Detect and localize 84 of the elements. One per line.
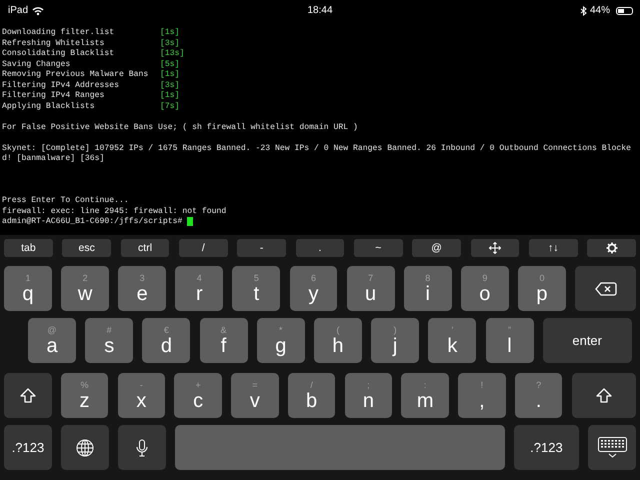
move-key[interactable] <box>470 239 520 257</box>
letter-key[interactable]: ’ k <box>428 318 476 363</box>
letter-key[interactable]: 0 p <box>518 266 566 311</box>
step-label: Filtering IPv4 Addresses <box>2 80 120 91</box>
terminal-line: firewall: exec: line 2945: firewall: not found <box>2 206 228 217</box>
shift-key[interactable] <box>4 373 52 418</box>
accessory-key[interactable]: . <box>296 239 344 257</box>
settings-icon <box>606 242 618 254</box>
letter-key[interactable]: ! , <box>458 373 506 418</box>
battery-icon <box>618 8 631 12</box>
letter-key[interactable]: ? . <box>514 373 562 418</box>
accessory-key[interactable]: @ <box>412 239 461 257</box>
letter-key[interactable]: 1 q <box>4 266 52 311</box>
step-label: Saving Changes <box>2 60 72 70</box>
letter-key[interactable]: ( h <box>314 318 362 363</box>
letter-key[interactable]: 8 i <box>404 266 452 311</box>
step-label: Applying Blacklists <box>2 102 96 112</box>
step-label: Filtering IPv4 Ranges <box>2 91 106 102</box>
letter-key[interactable]: 6 y <box>290 266 338 311</box>
letter-key[interactable]: / b <box>288 373 336 418</box>
step-label: Refreshing Whitelists <box>2 38 106 49</box>
letter-key[interactable]: € d <box>142 318 190 363</box>
accessory-key[interactable]: ↑↓ <box>528 239 578 257</box>
letter-key[interactable]: @ a <box>28 318 76 363</box>
numbers-key[interactable]: .?123 <box>4 425 52 470</box>
letter-key[interactable]: ” l <box>486 318 534 363</box>
microphone-key[interactable] <box>118 425 166 470</box>
shift-icon <box>20 388 36 403</box>
letter-key[interactable]: + c <box>174 373 222 418</box>
numbers-key[interactable]: .?123 <box>514 425 579 470</box>
shift-key[interactable] <box>572 373 636 418</box>
globe-key[interactable] <box>61 425 110 470</box>
accessory-key[interactable]: ~ <box>354 239 403 257</box>
letter-key[interactable]: % z <box>60 373 108 418</box>
letter-key[interactable]: : m <box>401 373 449 418</box>
letter-key[interactable]: = v <box>231 373 279 418</box>
step-duration: [1s] <box>160 70 180 80</box>
battery-percentage: 44% <box>590 5 610 16</box>
terminal-line: For False Positive Website Bans Use; ( sh firewall whitelist domain URL ) <box>2 122 359 133</box>
letter-key[interactable]: 4 r <box>175 266 224 311</box>
letter-key[interactable]: ; n <box>344 373 392 418</box>
accessory-key[interactable]: - <box>237 239 286 257</box>
enter-key[interactable]: enter <box>542 318 632 363</box>
letter-key[interactable]: & f <box>200 318 248 363</box>
letter-key[interactable]: 9 o <box>460 266 509 311</box>
letter-key[interactable]: # s <box>85 318 134 363</box>
text-cursor <box>187 217 194 226</box>
terminal-line: Skynet: [Complete] 107952 IPs / 1675 Ranges Banned. -23 New IPs / 0 New Ranges Banned. 26 Inbound / 0 Outbound Connections Blocked! [banmalware] [36s] <box>2 144 632 164</box>
letter-key[interactable]: 5 t <box>232 266 280 311</box>
accessory-key[interactable]: ctrl <box>120 239 170 257</box>
shift-icon <box>596 388 612 403</box>
step-duration: [3s] <box>160 38 180 49</box>
wifi-icon <box>32 6 44 16</box>
step-duration: [1s] <box>160 28 180 38</box>
bluetooth-icon <box>580 6 587 16</box>
accessory-key[interactable]: esc <box>62 239 112 257</box>
microphone-icon <box>136 438 148 456</box>
letter-key[interactable]: 2 w <box>61 266 110 311</box>
backspace-icon <box>594 282 617 296</box>
move-arrows-icon <box>488 242 501 254</box>
device-name: iPad <box>8 5 28 16</box>
letter-key[interactable]: - x <box>118 373 166 418</box>
letter-key[interactable]: * g <box>256 318 305 363</box>
hide-keyboard-key[interactable] <box>588 425 636 470</box>
step-label: Consolidating Blacklist <box>2 49 116 60</box>
keyboard-icon <box>598 437 627 458</box>
letter-key[interactable]: ) j <box>371 318 420 363</box>
step-duration: [3s] <box>160 80 180 91</box>
terminal-line: Press Enter To Continue... <box>2 196 130 206</box>
accessory-key[interactable]: / <box>178 239 228 257</box>
shell-prompt: admin@RT-AC66U_B1-C690:/jffs/scripts# <box>2 217 182 228</box>
letter-key[interactable]: 3 e <box>118 266 166 311</box>
clock-time: 18:44 <box>307 5 333 16</box>
step-duration: [1s] <box>160 91 180 102</box>
backspace-key[interactable] <box>575 266 636 311</box>
step-duration: [13s] <box>160 49 184 60</box>
globe-icon <box>76 438 94 456</box>
step-duration: [7s] <box>160 102 180 112</box>
step-label: Downloading filter.list <box>2 28 116 38</box>
step-duration: [5s] <box>160 60 180 70</box>
step-label: Removing Previous Malware Bans <box>2 70 150 80</box>
letter-key[interactable]: 7 u <box>346 266 395 311</box>
accessory-key[interactable]: tab <box>4 239 53 257</box>
settings-key[interactable] <box>587 239 636 257</box>
